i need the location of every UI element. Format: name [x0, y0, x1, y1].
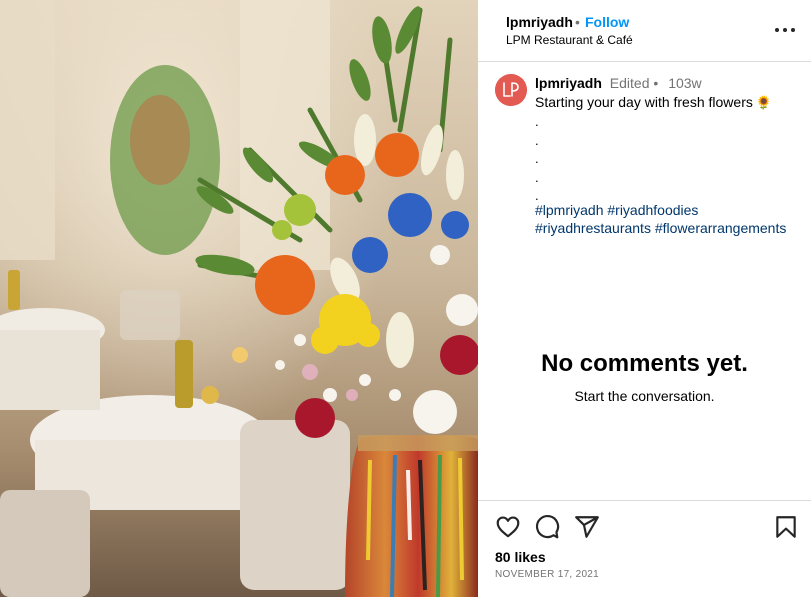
more-options-icon[interactable]: [774, 20, 796, 40]
heart-icon[interactable]: [495, 514, 521, 540]
post-header: lpmriyadh • Follow LPM Restaurant & Café: [478, 0, 811, 62]
no-comments-subtitle: Start the conversation.: [574, 388, 715, 404]
post-time[interactable]: 103w: [668, 75, 701, 91]
caption-dot: .: [535, 132, 539, 148]
post-actions: 80 likes NOVEMBER 17, 2021: [478, 500, 811, 597]
avatar[interactable]: [495, 74, 527, 106]
header-separator: •: [575, 14, 580, 30]
bookmark-icon[interactable]: [773, 514, 799, 540]
lpm-logo-icon: [495, 74, 527, 106]
post-details-panel: lpmriyadh • Follow LPM Restaurant & Café…: [478, 0, 811, 597]
edited-label: Edited •: [609, 75, 659, 91]
caption-text: Starting your day with fresh flowers: [535, 94, 753, 110]
sunflower-emoji: 🌻: [755, 95, 773, 110]
location-link[interactable]: LPM Restaurant & Café: [506, 33, 633, 47]
header-username[interactable]: lpmriyadh: [506, 14, 573, 30]
hashtags: #lpmriyadh #riyadhfoodies #riyadhrestaur…: [535, 201, 805, 237]
hashtag-link[interactable]: #riyadhrestaurants: [535, 220, 651, 236]
flower-arrangement-image: [0, 0, 478, 597]
hashtag-link[interactable]: #flowerarrangements: [655, 220, 787, 236]
likes-count[interactable]: 80 likes: [495, 549, 546, 565]
comment-icon[interactable]: [534, 514, 560, 540]
follow-button[interactable]: Follow: [585, 14, 629, 30]
hashtag-link[interactable]: #riyadhfoodies: [607, 202, 698, 218]
share-icon[interactable]: [574, 514, 600, 540]
no-comments-title: No comments yet.: [541, 350, 748, 377]
caption-dots: . . . . .: [535, 113, 539, 206]
hashtag-link[interactable]: #lpmriyadh: [535, 202, 603, 218]
caption-text-line: Starting your day with fresh flowers 🌻: [535, 94, 772, 111]
post-date: NOVEMBER 17, 2021: [495, 569, 600, 580]
caption-dot: .: [535, 151, 539, 166]
caption-dot: .: [535, 114, 539, 129]
caption-username[interactable]: lpmriyadh: [535, 75, 602, 91]
caption-dot: .: [535, 169, 539, 185]
post-photo[interactable]: [0, 0, 478, 597]
